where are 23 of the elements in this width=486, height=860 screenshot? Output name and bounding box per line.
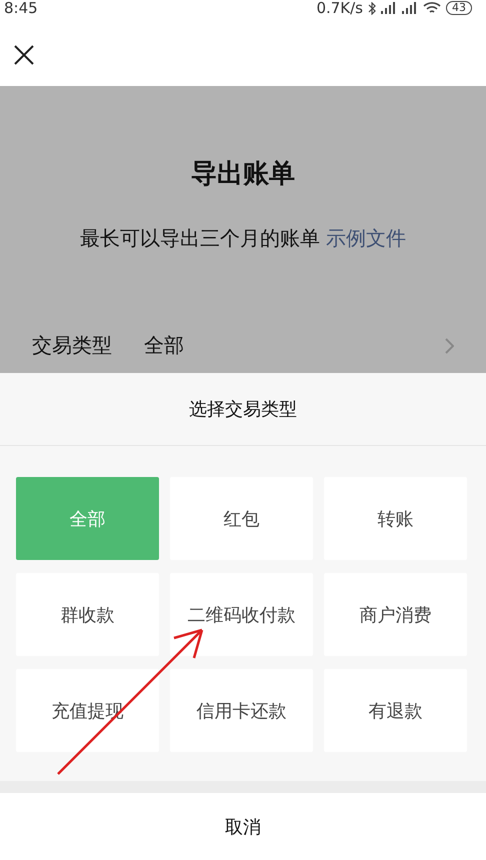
bluetooth-icon	[368, 2, 376, 14]
status-time: 8:45	[4, 0, 38, 16]
sample-file-link[interactable]: 示例文件	[326, 226, 406, 250]
sheet-title: 选择交易类型	[0, 373, 486, 446]
type-option[interactable]: 群收款	[16, 573, 159, 656]
type-option[interactable]: 二维码收付款	[170, 573, 313, 656]
signal-icon	[381, 2, 397, 14]
row-label: 交易类型	[32, 332, 112, 359]
row-value: 全部	[144, 332, 184, 359]
page-title: 导出账单	[191, 158, 295, 191]
signal-icon	[402, 2, 418, 14]
type-option[interactable]: 有退款	[324, 669, 467, 752]
type-option[interactable]: 信用卡还款	[170, 669, 313, 752]
cancel-button[interactable]: 取消	[0, 793, 486, 860]
type-option[interactable]: 商户消费	[324, 573, 467, 656]
battery-level: 43	[446, 1, 472, 15]
type-option[interactable]: 红包	[170, 477, 313, 560]
wifi-icon	[423, 2, 441, 14]
close-button[interactable]	[12, 43, 36, 67]
type-option[interactable]: 转账	[324, 477, 467, 560]
network-speed: 0.7K/s	[316, 0, 363, 16]
chevron-icon	[445, 338, 454, 354]
page-subtitle: 最长可以导出三个月的账单 示例文件	[80, 225, 406, 252]
